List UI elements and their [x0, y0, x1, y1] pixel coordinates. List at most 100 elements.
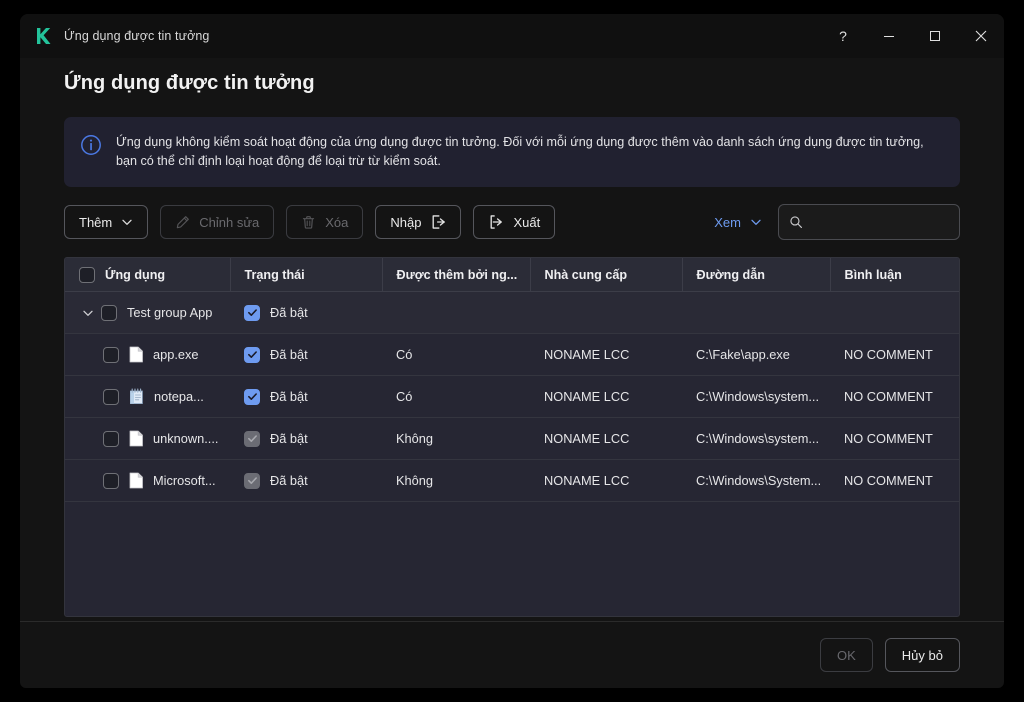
trash-icon — [303, 215, 315, 229]
cell-path: C:\Windows\system... — [682, 375, 830, 418]
cell-path: C:\Windows\system... — [682, 417, 830, 460]
column-header-comment[interactable]: Bình luận — [830, 258, 959, 292]
application-name: notepa... — [154, 389, 204, 404]
help-button[interactable]: ? — [820, 14, 866, 58]
status-label: Đã bật — [270, 347, 308, 362]
status-checkbox[interactable] — [244, 304, 260, 321]
status-checkbox[interactable] — [244, 472, 260, 489]
table-body: Test group App Đã bật app.exe Đã bật Có … — [65, 291, 959, 502]
info-icon — [80, 134, 102, 161]
select-all-checkbox[interactable] — [79, 266, 95, 283]
close-icon — [975, 30, 987, 42]
cell-added-by-user: Có — [382, 333, 530, 376]
cell-comment: NO COMMENT — [830, 417, 959, 460]
row-checkbox[interactable] — [103, 430, 119, 447]
application-name: unknown.... — [153, 431, 219, 446]
status-checkbox[interactable] — [244, 430, 260, 447]
row-checkbox[interactable] — [103, 472, 119, 489]
table-row[interactable]: Microsoft... Đã bật Không NONAME LCC C:\… — [65, 459, 959, 502]
view-menu-button[interactable]: Xem — [714, 215, 762, 230]
cell-added-by-user — [382, 291, 530, 334]
status-checkbox[interactable] — [244, 346, 260, 363]
cell-vendor: NONAME LCC — [530, 417, 682, 460]
column-header-status[interactable]: Trạng thái — [230, 258, 383, 292]
cell-added-by-user: Không — [382, 417, 530, 460]
cell-status[interactable]: Đã bật — [230, 459, 382, 502]
window-title: Ứng dụng được tin tưởng — [64, 29, 210, 43]
dialog-body: Ứng dụng được tin tưởng Ứng dụng không k… — [20, 58, 1004, 621]
table-row[interactable]: notepa... Đã bật Có NONAME LCC C:\Window… — [65, 375, 959, 418]
delete-button-label: Xóa — [325, 214, 349, 230]
edit-button-label: Chỉnh sửa — [199, 214, 260, 230]
maximize-button[interactable] — [912, 14, 958, 58]
column-header-vendor[interactable]: Nhà cung cấp — [530, 258, 683, 292]
file-icon — [129, 472, 143, 489]
column-header-path[interactable]: Đường dẫn — [682, 258, 831, 292]
delete-button[interactable]: Xóa — [286, 205, 364, 239]
trusted-applications-dialog: Ứng dụng được tin tưởng ? Ứng dụng được … — [20, 14, 1004, 688]
toolbar: Thêm Chỉnh sửa Xóa Nhập Xuất Xem — [64, 204, 960, 240]
file-icon — [129, 430, 143, 447]
import-button-label: Nhập — [390, 214, 422, 230]
add-button-label: Thêm — [79, 214, 113, 230]
status-label: Đã bật — [270, 431, 308, 446]
table-header: Ứng dụng Trạng thái Được thêm bởi ng... … — [65, 258, 959, 292]
import-button[interactable]: Nhập — [375, 205, 462, 239]
notepad-icon — [129, 388, 143, 405]
column-header-added-by-user[interactable]: Được thêm bởi ng... — [382, 258, 531, 292]
add-button[interactable]: Thêm — [64, 205, 149, 239]
row-checkbox[interactable] — [101, 304, 117, 321]
edit-button[interactable]: Chỉnh sửa — [160, 205, 275, 239]
table-row[interactable]: app.exe Đã bật Có NONAME LCC C:\Fake\app… — [65, 333, 959, 376]
row-checkbox[interactable] — [103, 346, 119, 363]
cell-comment: NO COMMENT — [830, 459, 959, 502]
window-controls: ? — [820, 14, 1004, 58]
cell-added-by-user: Có — [382, 375, 530, 418]
application-name: app.exe — [153, 347, 199, 362]
status-checkbox[interactable] — [244, 388, 260, 405]
cell-comment: NO COMMENT — [830, 333, 959, 376]
table-row[interactable]: Test group App Đã bật — [65, 291, 959, 334]
cell-vendor: NONAME LCC — [530, 333, 682, 376]
trusted-applications-table: Ứng dụng Trạng thái Được thêm bởi ng... … — [64, 257, 960, 617]
cell-vendor: NONAME LCC — [530, 375, 682, 418]
status-label: Đã bật — [270, 389, 308, 404]
cell-vendor — [530, 291, 682, 334]
cell-status[interactable]: Đã bật — [230, 375, 382, 418]
help-icon: ? — [839, 28, 847, 44]
cell-application[interactable]: app.exe — [65, 333, 230, 376]
title-bar: Ứng dụng được tin tưởng ? — [20, 14, 1004, 58]
table-row[interactable]: unknown.... Đã bật Không NONAME LCC C:\W… — [65, 417, 959, 460]
cell-application[interactable]: Microsoft... — [65, 459, 230, 502]
cell-application[interactable]: unknown.... — [65, 417, 230, 460]
cell-application[interactable]: Test group App — [65, 291, 230, 334]
application-name: Test group App — [127, 305, 213, 320]
cell-comment: NO COMMENT — [830, 375, 959, 418]
info-banner: Ứng dụng không kiểm soát hoạt động của ứ… — [64, 117, 960, 187]
cell-application[interactable]: notepa... — [65, 375, 230, 418]
view-menu-label: Xem — [714, 214, 741, 230]
export-button[interactable]: Xuất — [473, 205, 556, 239]
export-button-label: Xuất — [513, 214, 541, 230]
cell-comment — [830, 291, 959, 334]
cell-status[interactable]: Đã bật — [230, 417, 382, 460]
file-icon — [129, 346, 143, 363]
cancel-button[interactable]: Hủy bỏ — [884, 638, 960, 672]
chevron-down-icon — [751, 219, 761, 225]
search-box[interactable] — [778, 204, 960, 240]
search-input[interactable] — [811, 215, 921, 229]
column-header-application[interactable]: Ứng dụng — [65, 258, 231, 292]
ok-button[interactable]: OK — [820, 638, 873, 672]
cell-path — [682, 291, 830, 334]
minimize-button[interactable] — [866, 14, 912, 58]
close-button[interactable] — [958, 14, 1004, 58]
cell-status[interactable]: Đã bật — [230, 333, 382, 376]
cell-status[interactable]: Đã bật — [230, 291, 382, 334]
status-label: Đã bật — [270, 305, 308, 320]
row-checkbox[interactable] — [103, 388, 119, 405]
cell-path: C:\Windows\System... — [682, 459, 830, 502]
expand-collapse-icon[interactable] — [79, 307, 97, 319]
application-name: Microsoft... — [153, 473, 216, 488]
info-banner-text: Ứng dụng không kiểm soát hoạt động của ứ… — [116, 135, 924, 168]
page-title: Ứng dụng được tin tưởng — [64, 72, 315, 94]
